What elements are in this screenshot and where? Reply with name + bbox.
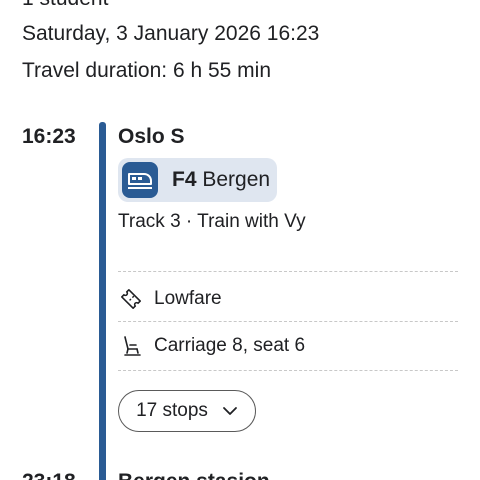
- passenger-count: 1 student: [22, 0, 108, 10]
- divider: [118, 370, 458, 371]
- divider: [118, 271, 458, 272]
- track-operator: Track 3 · Train with Vy: [118, 211, 306, 232]
- ticket-type-row: Lowfare: [118, 284, 222, 314]
- seat-icon: [118, 333, 144, 359]
- arrival-time: 23:18: [22, 468, 76, 480]
- train-icon: [122, 162, 158, 198]
- trip-details-page: 1 student Saturday, 3 January 2026 16:23…: [0, 0, 480, 480]
- train-line-chip[interactable]: F4 Bergen: [118, 158, 277, 202]
- ticket-type: Lowfare: [154, 288, 222, 309]
- trip-date-time: Saturday, 3 January 2026 16:23: [22, 22, 320, 45]
- show-stops-button[interactable]: 17 stops: [118, 390, 256, 432]
- departure-time: 16:23: [22, 125, 76, 148]
- train-line-label: F4 Bergen: [172, 166, 270, 194]
- travel-duration: Travel duration: 6 h 55 min: [22, 59, 272, 82]
- line-destination: Bergen: [202, 168, 271, 191]
- ticket-icon: [118, 286, 144, 312]
- chevron-down-icon: [222, 406, 238, 416]
- seat-info: Carriage 8, seat 6: [154, 335, 306, 356]
- line-code: F4: [172, 168, 197, 191]
- arrival-station: Bergen stasjon: [118, 468, 270, 480]
- departure-station: Oslo S: [118, 125, 185, 148]
- route-line: [99, 122, 106, 480]
- divider: [118, 321, 458, 322]
- stops-count: 17 stops: [136, 400, 208, 421]
- seat-row: Carriage 8, seat 6: [118, 331, 305, 361]
